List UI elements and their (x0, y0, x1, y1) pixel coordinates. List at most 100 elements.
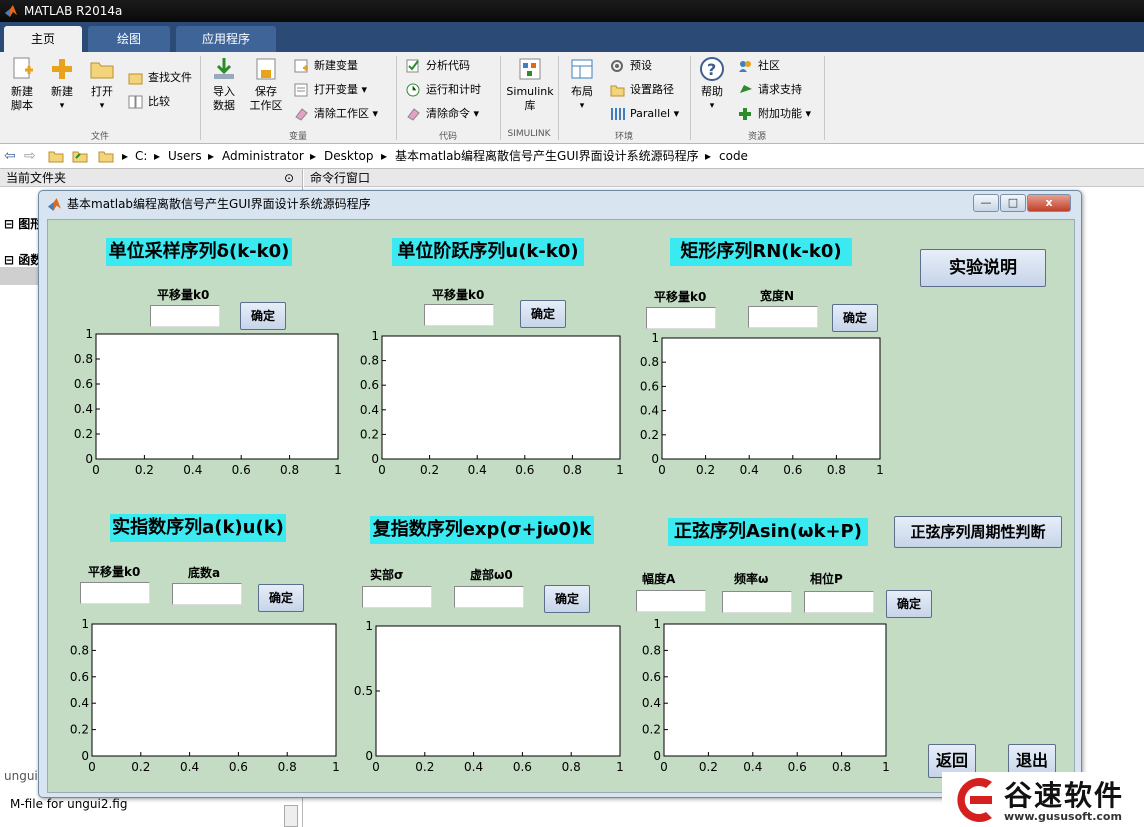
simulink-library-button[interactable]: Simulink 库 (504, 56, 556, 113)
input-p6-A[interactable] (636, 590, 706, 612)
new-button[interactable]: 新建 ▾ (42, 56, 82, 113)
save-workspace-button[interactable]: 保存 工作区 (244, 56, 288, 113)
axes-sinusoidal: 0 0.2 0.4 0.6 0.8 1 0 0.2 0.4 0.6 0.8 1 (642, 617, 890, 774)
figure-canvas: 单位采样序列δ(k-k0) 平移量k0 确定 单位阶跃序列u(k-k0) 平移量… (47, 219, 1075, 793)
help-button[interactable]: ? 帮助 ▾ (692, 56, 732, 113)
x-tick-label: 0.6 (783, 463, 802, 477)
y-tick-label: 0.4 (640, 404, 659, 418)
label-p6-omega: 频率ω (734, 572, 769, 586)
back-arrow-icon[interactable]: ⇦ (4, 145, 16, 167)
input-p3-k0[interactable] (646, 307, 716, 329)
title-unit-sample: 单位采样序列δ(k-k0) (106, 238, 292, 266)
community-button[interactable]: 社区 (738, 56, 780, 76)
x-tick-label: 0 (92, 463, 100, 477)
crumb-desktop[interactable]: Desktop (324, 145, 374, 167)
input-p1-k0[interactable] (150, 305, 220, 327)
open-variable-button[interactable]: 打开变量 ▾ (294, 80, 367, 100)
axes-unit-step: 0 0.2 0.4 0.6 0.8 1 0 0.2 0.4 0.6 0.8 1 (360, 329, 624, 477)
x-tick-label: 0.6 (513, 760, 532, 774)
x-tick-label: 0 (88, 760, 96, 774)
x-tick-label: 1 (616, 760, 624, 774)
confirm-button-p3[interactable]: 确定 (832, 304, 878, 332)
parallel-button[interactable]: Parallel ▾ (610, 104, 679, 124)
analyze-icon (406, 59, 419, 73)
crumb-separator: ▸ (154, 149, 161, 163)
tab-plots[interactable]: 绘图 (88, 26, 170, 52)
y-tick-label: 0 (371, 452, 379, 466)
details-scrollbar[interactable] (284, 805, 298, 827)
compare-icon (128, 95, 143, 109)
open-button[interactable]: 打开 ▾ (82, 56, 122, 113)
tab-home[interactable]: 主页 (4, 26, 82, 52)
x-tick-label: 0.8 (827, 463, 846, 477)
crumb-administrator[interactable]: Administrator (222, 145, 304, 167)
pane-menu-icon[interactable]: ⊙ (284, 169, 294, 187)
plot-area (91, 623, 337, 757)
input-p3-N[interactable] (748, 306, 818, 328)
x-tick-label: 1 (334, 463, 342, 477)
crumb-project[interactable]: 基本matlab编程离散信号产生GUI界面设计系统源码程序 (395, 145, 699, 167)
confirm-button-p5[interactable]: 确定 (544, 585, 590, 613)
import-data-button[interactable]: 导入 数据 (204, 56, 244, 113)
selected-row[interactable] (0, 267, 40, 285)
instructions-button[interactable]: 实验说明 (920, 249, 1046, 287)
input-p5-sigma[interactable] (362, 586, 432, 608)
input-p4-k0[interactable] (80, 582, 150, 604)
layout-button[interactable]: 布局 ▾ (562, 56, 602, 113)
crumb-drive[interactable]: C: (135, 145, 147, 167)
tab-apps[interactable]: 应用程序 (176, 26, 276, 52)
watermark-url: www.gususoft.com (1004, 810, 1122, 823)
crumb-separator: ▸ (208, 149, 215, 163)
new-script-button[interactable]: 新建 脚本 (2, 56, 42, 113)
chevron-down-icon: ▾ (709, 101, 715, 111)
confirm-button-p4[interactable]: 确定 (258, 584, 304, 612)
clear-workspace-button[interactable]: 清除工作区 ▾ (294, 104, 378, 124)
crumb-users[interactable]: Users (168, 145, 202, 167)
input-p5-omega0[interactable] (454, 586, 524, 608)
y-tick-label: 1 (371, 329, 379, 343)
x-tick-label: 0.4 (180, 760, 199, 774)
confirm-button-p2[interactable]: 确定 (520, 300, 566, 328)
preferences-button[interactable]: 预设 (610, 56, 652, 76)
folder-group-graphics[interactable]: ⊟ 图形 (4, 215, 42, 232)
y-tick-label: 0.8 (360, 354, 379, 368)
forward-arrow-icon[interactable]: ⇨ (24, 145, 36, 167)
command-window-header: 命令行窗口 (304, 169, 1144, 187)
minimize-button[interactable]: — (973, 194, 999, 212)
set-path-button[interactable]: 设置路径 (610, 80, 674, 100)
maximize-button[interactable]: □ (1000, 194, 1026, 212)
x-tick-label: 0.6 (515, 463, 534, 477)
close-button[interactable]: x (1027, 194, 1071, 212)
folder-group-functions[interactable]: ⊟ 函数 (4, 251, 42, 268)
input-p6-omega[interactable] (722, 591, 792, 613)
find-files-icon (128, 73, 143, 85)
clear-commands-button[interactable]: 清除命令 ▾ (406, 104, 479, 124)
crumb-code[interactable]: code (719, 145, 748, 167)
crumb-separator: ▸ (705, 149, 712, 163)
input-p4-a[interactable] (172, 583, 242, 605)
analyze-code-button[interactable]: 分析代码 (406, 56, 470, 76)
chevron-down-icon: ▾ (99, 101, 105, 111)
y-tick-label: 0.8 (70, 643, 89, 657)
addons-button[interactable]: 附加功能 ▾ (738, 104, 811, 124)
save-icon (256, 58, 276, 80)
address-bar: ⇦ ⇨ ▸ C: ▸ Users ▸ Administrator ▸ Deskt… (0, 145, 1144, 169)
plot-area (381, 335, 621, 460)
confirm-button-p1[interactable]: 确定 (240, 302, 286, 330)
input-p6-P[interactable] (804, 591, 874, 613)
x-tick-label: 0.4 (740, 463, 759, 477)
find-files-button[interactable]: 查找文件 (128, 68, 192, 88)
confirm-button-p6[interactable]: 确定 (886, 590, 932, 618)
sine-periodicity-button[interactable]: 正弦序列周期性判断 (894, 516, 1062, 548)
compare-button[interactable]: 比较 (128, 92, 170, 112)
up-folder-icon[interactable] (48, 149, 64, 163)
crumb-separator: ▸ (122, 149, 129, 163)
import-label: 导入 数据 (213, 85, 235, 112)
input-p2-k0[interactable] (424, 304, 494, 326)
run-and-time-button[interactable]: 运行和计时 (406, 80, 481, 100)
browse-folder-icon[interactable] (72, 149, 88, 163)
plot-area (95, 333, 339, 460)
new-variable-button[interactable]: 新建变量 (294, 56, 358, 76)
request-support-button[interactable]: 请求支持 (738, 80, 802, 100)
support-icon (740, 85, 752, 93)
